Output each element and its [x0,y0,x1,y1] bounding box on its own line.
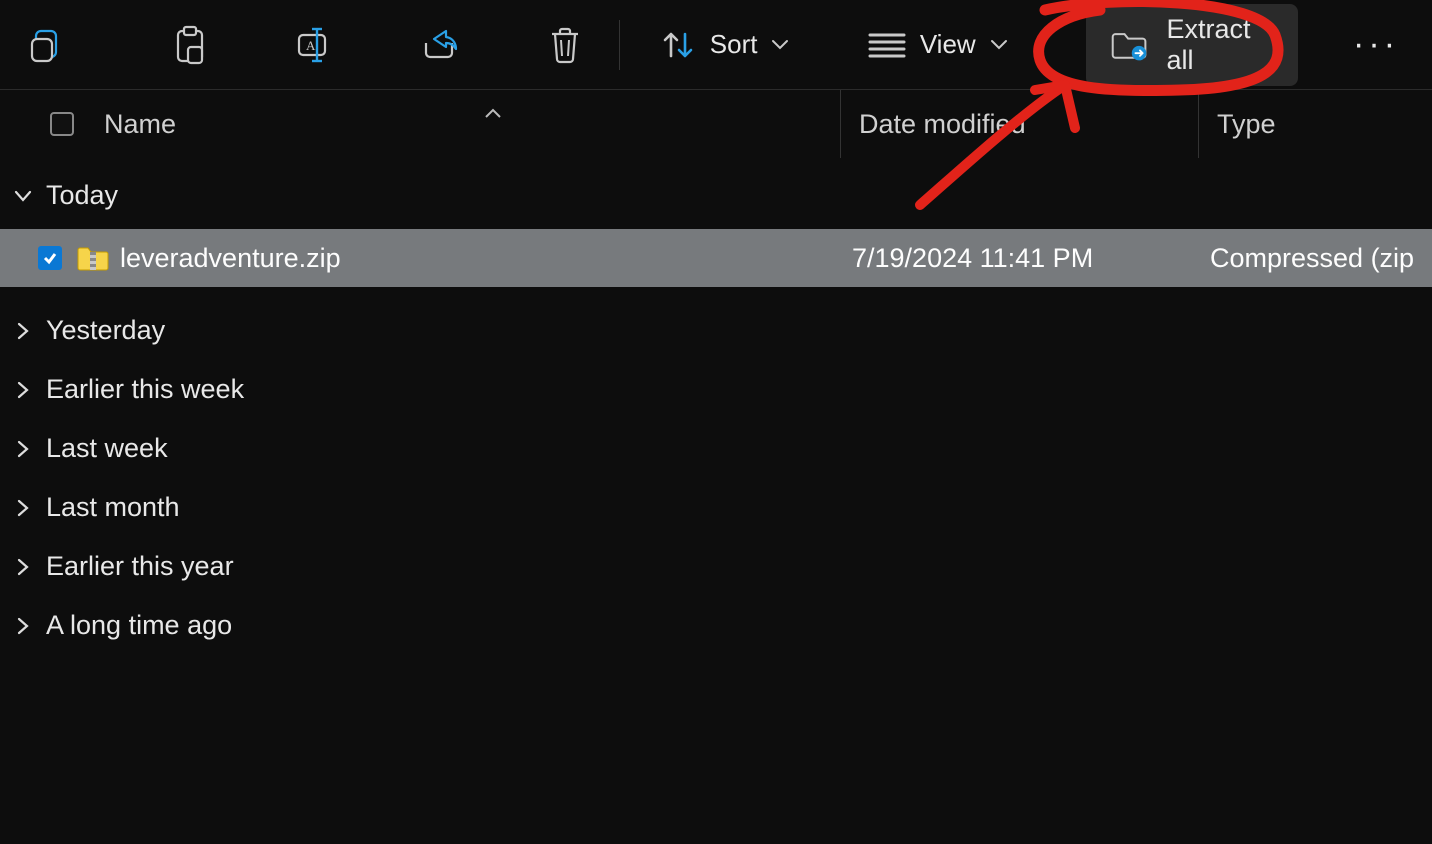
group-label: Last month [46,492,180,523]
file-checkbox[interactable] [38,246,76,270]
paste-button[interactable] [158,15,222,75]
group-label: Today [46,180,118,211]
share-icon [420,27,460,63]
group-header-last-month[interactable]: Last month [0,478,1432,537]
file-row[interactable]: leveradventure.zip 7/19/2024 11:41 PM Co… [0,229,1432,287]
more-options-button[interactable]: ··· [1335,15,1417,75]
zip-file-icon [76,244,120,272]
column-header-type[interactable]: Type [1198,90,1276,158]
delete-button[interactable] [533,15,597,75]
extract-all-label: Extract all [1166,14,1274,76]
clipboard-icon [172,25,208,65]
view-list-icon [868,31,906,59]
extract-folder-icon [1110,28,1148,62]
chevron-down-icon [990,39,1008,51]
sort-icon [660,28,696,62]
view-label: View [920,29,976,60]
chevron-down-icon [771,39,789,51]
sort-label: Sort [710,29,758,60]
group-header-long-ago[interactable]: A long time ago [0,596,1432,655]
svg-text:A: A [306,38,316,53]
group-header-earlier-year[interactable]: Earlier this year [0,537,1432,596]
group-header-yesterday[interactable]: Yesterday [0,301,1432,360]
column-header-name[interactable]: Name [104,109,840,140]
chevron-right-icon [12,499,34,517]
checked-box-icon [38,246,62,270]
chevron-right-icon [12,440,34,458]
file-type: Compressed (zip [1210,243,1414,274]
column-date-label: Date modified [859,109,1026,140]
rename-button[interactable]: A [283,15,347,75]
toolbar: A Sort [0,0,1432,90]
trash-icon [548,26,582,64]
group-label: Last week [46,433,168,464]
toolbar-separator [619,20,620,70]
group-header-earlier-week[interactable]: Earlier this week [0,360,1432,419]
column-header-row: Name Date modified Type [0,90,1432,158]
select-all-checkbox[interactable] [50,112,104,136]
file-name: leveradventure.zip [120,243,852,274]
chevron-right-icon [12,381,34,399]
column-type-label: Type [1217,109,1276,140]
group-label: Earlier this week [46,374,244,405]
extract-all-button[interactable]: Extract all [1086,4,1298,86]
view-button[interactable]: View [850,15,1026,75]
group-label: A long time ago [46,610,232,641]
chevron-right-icon [12,322,34,340]
column-name-label: Name [104,109,176,139]
sort-button[interactable]: Sort [642,15,808,75]
column-header-date[interactable]: Date modified [840,90,1198,158]
group-label: Earlier this year [46,551,234,582]
group-label: Yesterday [46,315,165,346]
chevron-right-icon [12,617,34,635]
file-date: 7/19/2024 11:41 PM [852,243,1210,274]
share-button[interactable] [408,15,472,75]
chevron-right-icon [12,558,34,576]
group-header-today[interactable]: Today [0,166,1432,225]
rename-icon: A [295,27,335,63]
new-item-button[interactable] [15,15,79,75]
file-list: Today leveradventure.zip 7/19/2024 11:41… [0,158,1432,655]
new-item-icon [29,27,65,63]
ellipsis-icon: ··· [1353,25,1399,64]
sort-indicator-icon [484,103,502,124]
group-header-last-week[interactable]: Last week [0,419,1432,478]
chevron-down-icon [12,189,34,203]
